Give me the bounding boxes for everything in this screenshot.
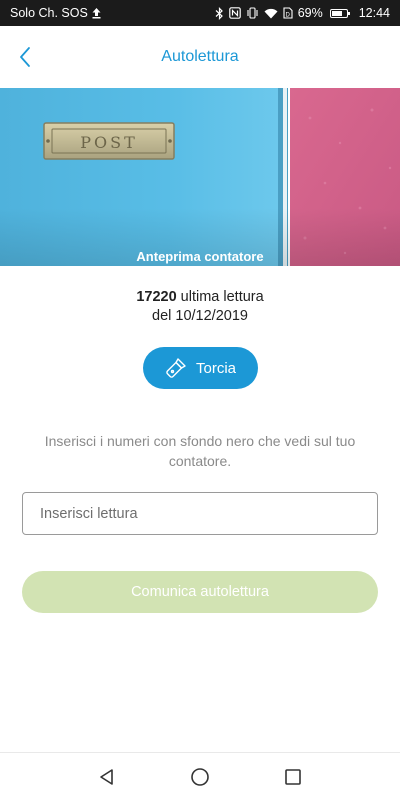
- carrier-label: Solo Ch. SOS: [10, 6, 88, 20]
- svg-text:D: D: [285, 13, 290, 19]
- last-reading-value: 17220: [136, 289, 177, 305]
- torch-label: Torcia: [195, 359, 236, 377]
- nav-back-button[interactable]: [87, 757, 127, 797]
- last-reading-line: 17220 ultima lettura: [0, 288, 400, 307]
- page-title: Autolettura: [161, 48, 239, 65]
- upload-icon: [91, 7, 102, 19]
- last-reading-date: del 10/12/2019: [152, 308, 248, 324]
- bluetooth-icon: [215, 6, 224, 20]
- triangle-back-icon: [99, 768, 113, 785]
- nfc-icon: [228, 7, 241, 19]
- submit-reading-button[interactable]: Comunica autolettura: [22, 571, 378, 613]
- flashlight-icon: [166, 358, 186, 378]
- preview-caption: Anteprima contatore: [136, 249, 264, 264]
- last-reading-label: ultima lettura: [180, 289, 264, 305]
- meter-preview-image: POST Anteprima contatore: [0, 88, 400, 266]
- status-right: D 69% 12:44: [215, 6, 390, 20]
- wifi-icon: [264, 8, 278, 19]
- last-reading-info: 17220 ultima lettura del 10/12/2019: [0, 288, 400, 326]
- status-left: Solo Ch. SOS: [10, 6, 102, 20]
- battery-level: [331, 10, 342, 16]
- vibrate-icon: [246, 7, 259, 19]
- back-button[interactable]: [12, 44, 38, 70]
- chevron-left-icon: [20, 47, 30, 67]
- battery-icon: [329, 8, 351, 18]
- torch-button[interactable]: Torcia: [143, 347, 258, 389]
- clock: 12:44: [358, 6, 390, 20]
- reading-input[interactable]: [22, 492, 378, 535]
- nav-home-button[interactable]: [180, 757, 220, 797]
- square-recents-icon: [285, 768, 302, 785]
- circle-home-icon: [191, 767, 209, 786]
- mailbox-text: POST: [80, 133, 138, 152]
- system-nav-bar: [0, 752, 400, 800]
- status-bar: Solo Ch. SOS D 69% 12:44: [0, 0, 400, 26]
- submit-label: Comunica autolettura: [131, 584, 269, 600]
- nav-recents-button[interactable]: [273, 757, 313, 797]
- app-header: Autolettura: [0, 26, 400, 88]
- sim-icon: D: [283, 7, 293, 19]
- instruction-text: Inserisci i numeri con sfondo nero che v…: [44, 433, 356, 469]
- battery-percent: 69%: [297, 6, 323, 20]
